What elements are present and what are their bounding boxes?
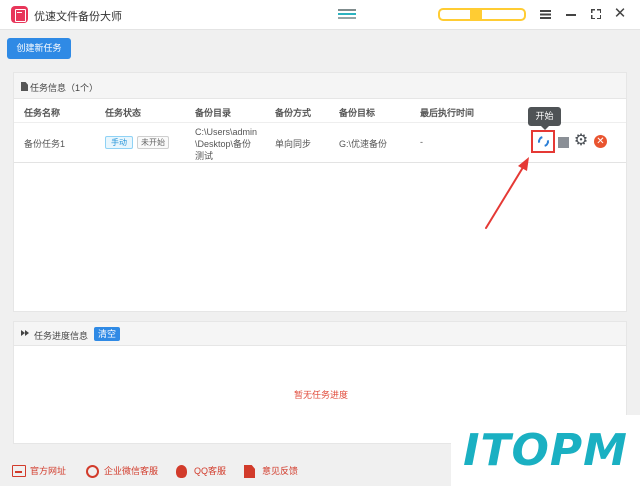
status-badge: 未开始: [137, 136, 169, 149]
sync-icon: [535, 133, 552, 150]
create-task-button[interactable]: 创建新任务: [7, 38, 71, 59]
menu-icon[interactable]: [538, 6, 554, 22]
start-button[interactable]: [531, 130, 555, 153]
footer-link-label: 官方网址: [30, 466, 67, 476]
column-header-last-run: 最后执行时间: [420, 108, 475, 118]
maximize-icon[interactable]: [588, 6, 604, 22]
backup-method: 单向同步: [275, 139, 312, 149]
footer: 官方网址 企业微信客服 QQ客服 意见反馈: [0, 456, 451, 486]
titlebar-banner: [438, 8, 526, 21]
footer-link-label: 意见反馈: [262, 466, 299, 476]
progress-panel-header: 任务进度信息 清空: [14, 322, 626, 346]
backup-target: G:\优速备份: [339, 139, 388, 149]
title-bar: 优速文件备份大师 ✕: [0, 0, 640, 30]
task-panel-title: 任务信息（1个）: [30, 83, 99, 93]
task-name: 备份任务1: [24, 139, 66, 149]
empty-progress-message: 暂无任务进度: [293, 390, 348, 400]
document-icon: [21, 82, 28, 91]
table-row[interactable]: 备份任务1 手动 未开始 C:\Users\admin\Desktop\备份测试…: [14, 123, 626, 163]
column-header-name: 任务名称: [24, 108, 61, 118]
itopm-watermark: ITOPM: [451, 415, 640, 486]
minimize-icon[interactable]: [563, 6, 579, 22]
wechat-icon: [86, 465, 99, 478]
last-run-time: -: [420, 137, 423, 147]
column-header-method: 备份方式: [275, 108, 312, 118]
app-logo-icon: [11, 6, 28, 23]
delete-icon[interactable]: ✕: [594, 135, 607, 148]
feedback-icon: [244, 465, 255, 478]
column-header-target: 备份目标: [339, 108, 376, 118]
task-panel-header: 任务信息（1个）: [14, 73, 626, 99]
mode-badge: 手动: [105, 136, 133, 149]
titlebar-decoration: [338, 9, 356, 19]
column-header-source: 备份目录: [195, 108, 232, 118]
clear-button[interactable]: 清空: [94, 327, 121, 341]
gear-icon[interactable]: ⚙: [573, 133, 589, 149]
progress-panel-title: 任务进度信息: [34, 331, 89, 341]
close-icon[interactable]: ✕: [612, 6, 628, 22]
start-tooltip: 开始: [528, 107, 561, 130]
footer-link-label: 企业微信客服: [104, 466, 159, 476]
website-icon: [12, 465, 26, 477]
app-title: 优速文件备份大师: [34, 11, 122, 23]
footer-link-label: QQ客服: [194, 466, 227, 476]
column-header-status: 任务状态: [105, 108, 142, 118]
qq-icon: [176, 465, 187, 478]
source-directory: C:\Users\admin\Desktop\备份测试: [195, 127, 258, 161]
stop-icon[interactable]: [558, 137, 569, 148]
fast-forward-icon: [21, 329, 30, 337]
